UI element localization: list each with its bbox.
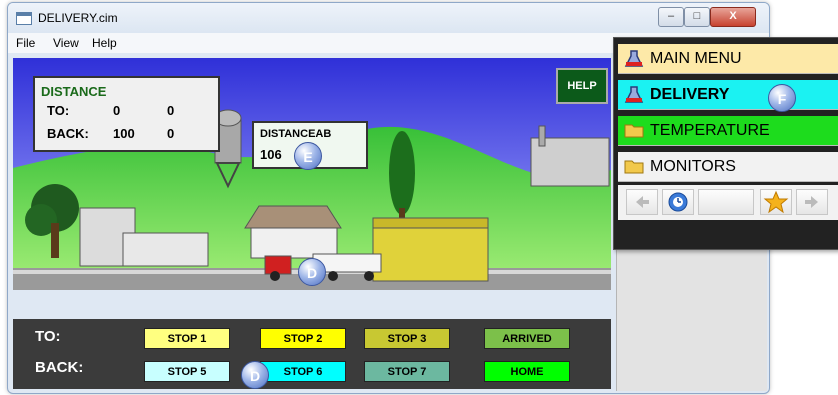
- menu-file[interactable]: File: [16, 36, 35, 50]
- control-panel: TO: BACK: STOP 1 STOP 2 STOP 3 ARRIVED S…: [13, 319, 611, 389]
- stop-5-button[interactable]: STOP 5: [144, 361, 230, 382]
- back-row-label: BACK:: [35, 359, 84, 376]
- stop-1-button[interactable]: STOP 1: [144, 328, 230, 349]
- nav-toolbar: [618, 185, 838, 220]
- star-icon: [763, 190, 789, 214]
- nav-item-main-menu[interactable]: MAIN MENU: [618, 44, 838, 74]
- nav-item-delivery[interactable]: DELIVERY: [618, 80, 838, 110]
- close-button[interactable]: X: [710, 7, 756, 27]
- nav-item-monitors[interactable]: MONITORS: [618, 152, 838, 182]
- distance-panel: DISTANCE TO: 0 0 BACK: 100 0: [33, 76, 220, 152]
- nav-label-monitors: MONITORS: [650, 158, 736, 175]
- stop-2-button[interactable]: STOP 2: [260, 328, 346, 349]
- title-bar: DELIVERY.cim – □ X: [8, 3, 769, 33]
- back-value-2: 0: [167, 126, 175, 141]
- to-label: TO:: [47, 103, 70, 118]
- marker-d-buttons: D: [241, 361, 269, 389]
- back-arrow-button[interactable]: [626, 189, 658, 215]
- arrow-right-icon: [805, 196, 818, 208]
- stop-7-button[interactable]: STOP 7: [364, 361, 450, 382]
- distanceab-value: 106: [260, 147, 282, 162]
- back-label: BACK:: [47, 126, 89, 141]
- to-value-1: 0: [113, 103, 121, 118]
- menu-view[interactable]: View: [53, 36, 79, 50]
- arrow-left-icon: [636, 196, 649, 208]
- marker-e: E: [294, 142, 322, 170]
- folder-icon: [624, 160, 644, 174]
- help-button[interactable]: HELP: [556, 68, 608, 104]
- nav-item-temperature[interactable]: TEMPERATURE: [618, 116, 838, 146]
- app-icon: [16, 12, 32, 25]
- menu-help[interactable]: Help: [92, 36, 117, 50]
- arrived-button[interactable]: ARRIVED: [484, 328, 570, 349]
- forward-arrow-button[interactable]: [796, 189, 828, 215]
- clock-icon: [668, 192, 688, 212]
- folder-icon: [624, 124, 644, 138]
- back-value-1: 100: [113, 126, 135, 141]
- flask-icon: [624, 50, 644, 67]
- to-row-label: TO:: [35, 328, 61, 345]
- nav-label-main-menu: MAIN MENU: [650, 50, 742, 67]
- nav-label-temperature: TEMPERATURE: [650, 122, 770, 139]
- window-title: DELIVERY.cim: [38, 11, 118, 25]
- stop-3-button[interactable]: STOP 3: [364, 328, 450, 349]
- minimize-button[interactable]: –: [658, 7, 684, 27]
- clock-button[interactable]: [662, 189, 694, 215]
- flask-icon: [624, 86, 644, 103]
- stop-6-button[interactable]: STOP 6: [260, 361, 346, 382]
- navigation-pane: MAIN MENU DELIVERY TEMPERATURE MONITORS: [613, 37, 838, 250]
- to-value-2: 0: [167, 103, 175, 118]
- nav-label-delivery: DELIVERY: [650, 86, 730, 103]
- toolbar-blank-button[interactable]: [698, 189, 754, 215]
- marker-d-truck: D: [298, 258, 326, 286]
- home-button[interactable]: HOME: [484, 361, 570, 382]
- maximize-button[interactable]: □: [684, 7, 710, 27]
- distanceab-label: DISTANCEAB: [260, 128, 332, 140]
- marker-f: F: [768, 84, 796, 112]
- delivery-scene: DISTANCE TO: 0 0 BACK: 100 0 DISTANCEAB …: [13, 58, 611, 290]
- favorite-button[interactable]: [760, 189, 792, 215]
- distance-title: DISTANCE: [41, 84, 107, 99]
